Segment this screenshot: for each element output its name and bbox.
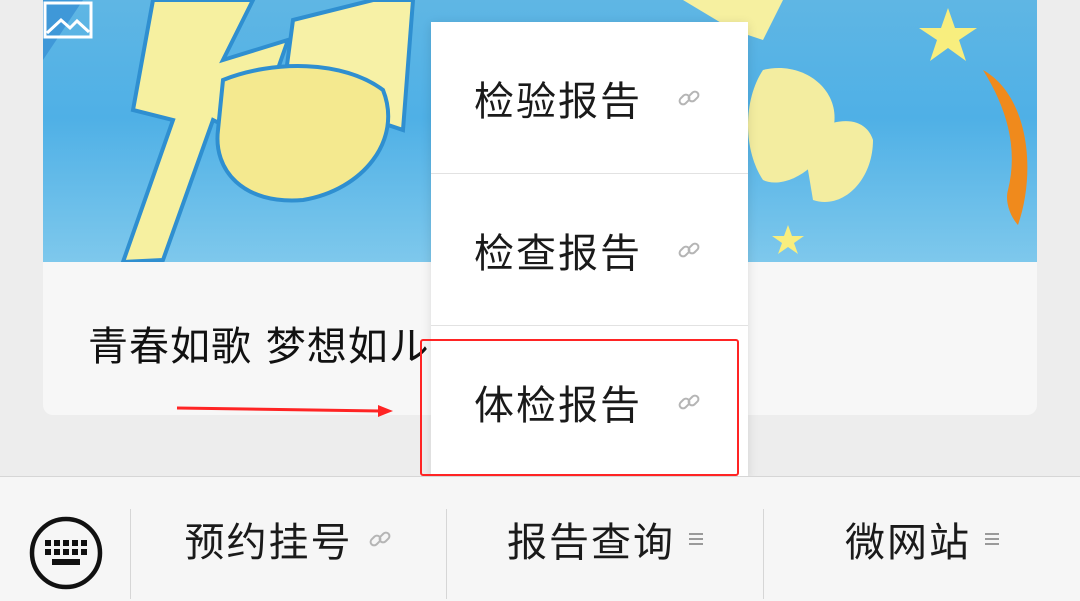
link-icon <box>678 242 700 257</box>
annotation-highlight-box <box>420 339 739 476</box>
submenu-item-exam-report[interactable]: 检查报告 <box>431 174 748 325</box>
keyboard-icon[interactable] <box>28 515 104 591</box>
menu-item-label: 报告查询 <box>507 520 675 566</box>
menu-item-report-query[interactable]: 报告查询 <box>447 477 763 601</box>
annotation-arrow <box>176 405 393 417</box>
submenu-item-label: 检验报告 <box>474 78 642 125</box>
article-title[interactable]: 青春如歌 梦想如ル <box>88 314 430 372</box>
image-icon <box>43 1 93 39</box>
menu-lines-icon <box>689 532 703 546</box>
menu-item-appointment[interactable]: 预约挂号 <box>131 477 446 601</box>
bottom-menu-bar: 预约挂号 报告查询 微网站 <box>0 476 1080 601</box>
menu-item-micro-site[interactable]: 微网站 <box>764 477 1080 601</box>
menu-item-label: 微网站 <box>845 520 971 566</box>
link-icon <box>678 90 700 105</box>
menu-item-label: 预约挂号 <box>184 520 353 566</box>
submenu-item-lab-report[interactable]: 检验报告 <box>431 22 748 173</box>
submenu-item-label: 检查报告 <box>474 230 642 277</box>
link-icon <box>369 531 390 547</box>
menu-lines-icon <box>985 532 999 546</box>
